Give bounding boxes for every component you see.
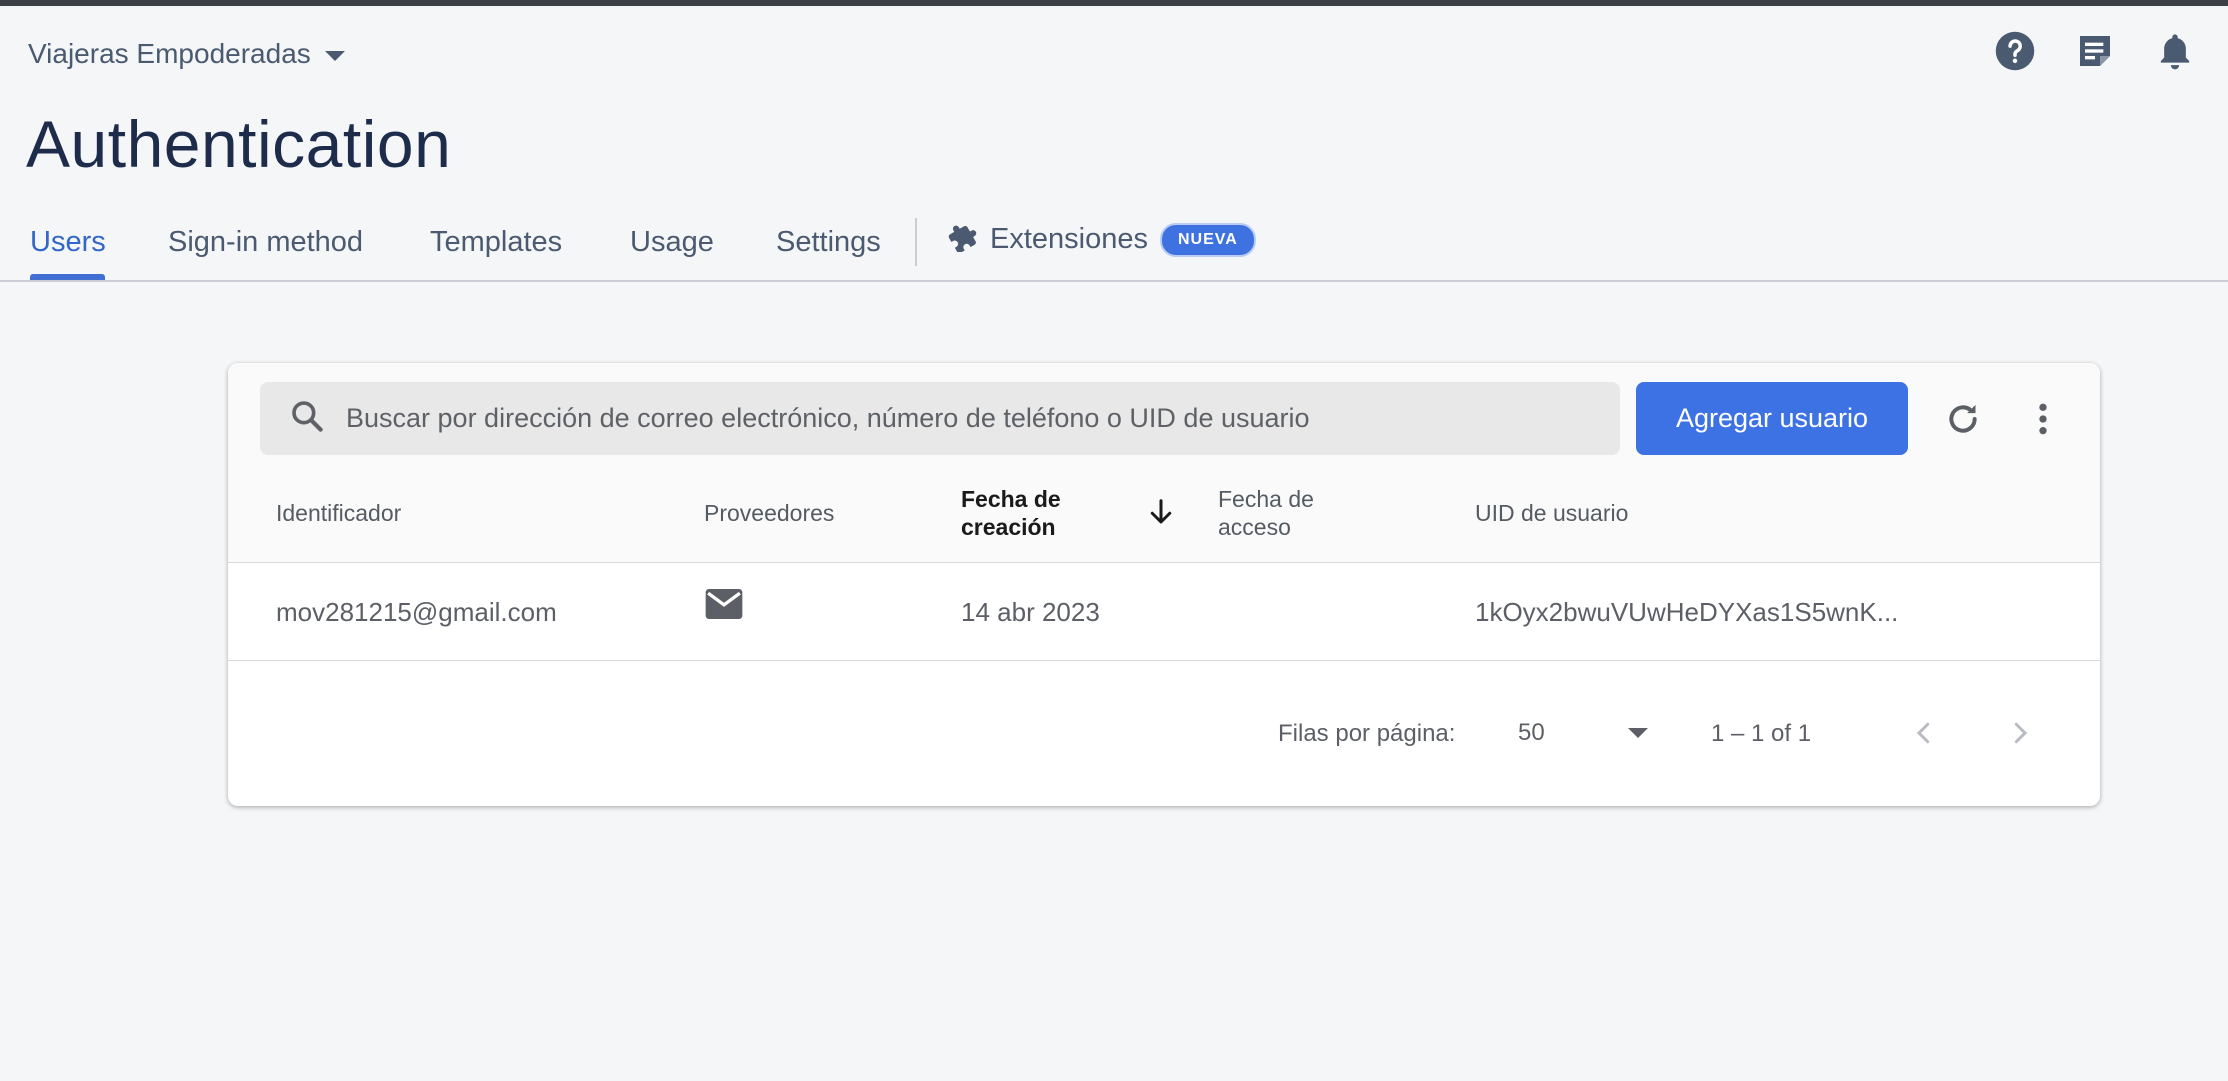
- refresh-icon[interactable]: [1941, 397, 1985, 441]
- more-options-icon[interactable]: [2021, 397, 2065, 441]
- column-providers[interactable]: Proveedores: [704, 499, 834, 527]
- tab-templates[interactable]: Templates: [430, 226, 562, 259]
- header-actions: [1994, 30, 2196, 72]
- puzzle-icon: [948, 222, 978, 257]
- add-user-button[interactable]: Agregar usuario: [1636, 382, 1908, 455]
- tab-settings[interactable]: Settings: [776, 226, 881, 259]
- table-header: Identificador Proveedores Fecha de creac…: [228, 463, 2100, 563]
- arrow-down-icon[interactable]: [1146, 497, 1176, 532]
- rows-per-page-value: 50: [1518, 719, 1545, 746]
- table-row[interactable]: mov281215@gmail.com 14 abr 2023 1kOyx2bw…: [228, 563, 2100, 661]
- previous-page-icon[interactable]: [1904, 713, 1944, 753]
- tab-usage[interactable]: Usage: [630, 226, 714, 259]
- pagination-bar: Filas por página: 50 1 – 1 of 1: [228, 663, 2100, 806]
- page-title: Authentication: [26, 107, 452, 181]
- notifications-icon[interactable]: [2154, 30, 2196, 72]
- cell-uid[interactable]: 1kOyx2bwuVUwHeDYXas1S5wnK...: [1475, 597, 1898, 628]
- chevron-down-icon: [324, 50, 345, 61]
- column-last-signin[interactable]: Fecha de acceso: [1218, 485, 1338, 541]
- new-badge: NUEVA: [1160, 222, 1256, 257]
- window-top-border: [0, 0, 2228, 6]
- column-identifier[interactable]: Identificador: [276, 499, 401, 527]
- next-page-icon[interactable]: [2000, 713, 2040, 753]
- active-tab-indicator: [30, 274, 105, 280]
- users-toolbar: Agregar usuario: [228, 363, 2100, 463]
- email-icon: [704, 587, 744, 628]
- search-icon: [288, 397, 326, 440]
- project-selector[interactable]: Viajeras Empoderadas: [28, 36, 345, 72]
- column-created[interactable]: Fecha de creación: [961, 485, 1081, 541]
- users-card: Agregar usuario Identificador Proveedore…: [228, 363, 2100, 806]
- tab-divider: [915, 218, 917, 266]
- release-notes-icon[interactable]: [2074, 30, 2116, 72]
- search-box: [260, 382, 1620, 455]
- help-icon[interactable]: [1994, 30, 2036, 72]
- cell-created: 14 abr 2023: [961, 597, 1100, 627]
- pagination-range: 1 – 1 of 1: [1711, 720, 1812, 747]
- column-uid[interactable]: UID de usuario: [1475, 499, 1628, 527]
- cell-identifier: mov281215@gmail.com: [276, 597, 557, 627]
- chevron-down-icon: [1628, 728, 1648, 738]
- tab-extensions[interactable]: Extensiones NUEVA: [948, 222, 1256, 257]
- tab-bar: Users Sign-in method Templates Usage Set…: [0, 218, 2228, 282]
- project-name: Viajeras Empoderadas: [28, 38, 311, 69]
- rows-per-page-label: Filas por página:: [1278, 720, 1456, 747]
- tab-sign-in-method[interactable]: Sign-in method: [168, 226, 363, 259]
- rows-per-page-select[interactable]: 50: [1518, 713, 1648, 753]
- tab-extensions-label: Extensiones: [990, 223, 1148, 255]
- search-input[interactable]: [346, 403, 1606, 434]
- tab-users[interactable]: Users: [30, 226, 106, 259]
